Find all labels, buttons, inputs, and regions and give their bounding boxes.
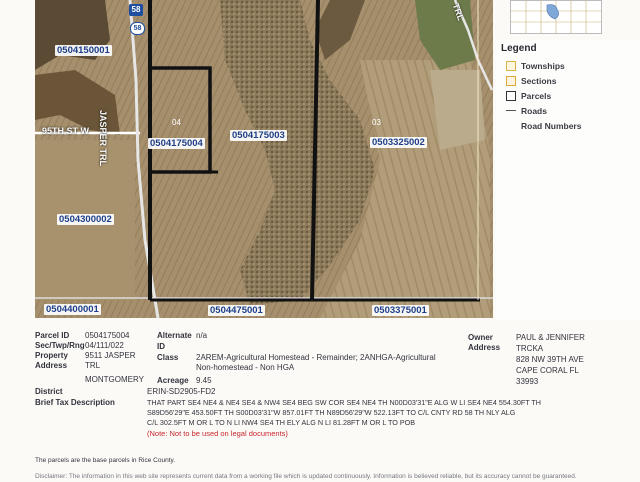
class-value-line2: Non-homestead - Non HGA xyxy=(196,363,295,372)
legal-note: (Note: Not to be used on legal documents… xyxy=(147,429,288,438)
legend-line-icon xyxy=(506,110,516,111)
acreage-value: 9.45 xyxy=(196,376,212,385)
field-label-district: District xyxy=(35,387,63,396)
section-label-04: 04 xyxy=(172,118,181,127)
legend-label: Road Numbers xyxy=(521,120,582,131)
road-label-95th-st: 95TH ST W xyxy=(42,126,90,136)
legend-label: Townships xyxy=(521,60,565,71)
parcel-label-selected[interactable]: 0504175004 xyxy=(148,138,205,149)
class-value-line1: 2AREM-Agricultural Homestead - Remainder… xyxy=(196,353,436,362)
legend-item-sections[interactable]: Sections xyxy=(506,73,640,88)
field-label-address: Address xyxy=(35,361,68,370)
disclaimer-text: Disclaimer: The information in this web … xyxy=(35,473,577,480)
parcel-label[interactable]: 0504300002 xyxy=(57,214,114,225)
brief-tax-description-line1: THAT PART SE4 NE4 & NE4 SE4 & NW4 SE4 BE… xyxy=(147,398,541,407)
parcel-info-panel: Parcel ID 0504175004 Sec/Twp/Rng 04/111/… xyxy=(0,325,640,480)
field-label-owner-address: Address xyxy=(468,343,501,352)
field-label-acreage: Acreage xyxy=(157,376,189,385)
field-label-alternate-id: ID xyxy=(157,342,165,351)
map-legend: Legend Townships Sections Parcels Roads … xyxy=(496,40,640,320)
owner-line3: 828 NW 39TH AVE xyxy=(516,355,584,364)
legend-swatch xyxy=(506,90,516,101)
owner-line1: PAUL & JENNIFER xyxy=(516,333,585,342)
property-address-line1: 9511 JASPER xyxy=(85,351,136,360)
locator-grid xyxy=(511,1,601,33)
parcel-label[interactable]: 0504475001 xyxy=(208,305,265,316)
legend-label: Sections xyxy=(521,75,557,86)
legend-title: Legend xyxy=(501,43,537,54)
sec-twp-rng-value: 04/111/022 xyxy=(85,341,124,350)
property-address-line2: TRL xyxy=(85,361,101,370)
section-label-03: 03 xyxy=(372,118,381,127)
road-label-jasper-trl: JASPER TRL xyxy=(98,110,108,167)
parcel-label[interactable]: 0504400001 xyxy=(44,304,101,315)
field-label-property: Property xyxy=(35,351,68,360)
brief-tax-description-line2: S89D56'29"E 453.50FT TH S00D03'31"W 857.… xyxy=(147,408,516,417)
locator-map xyxy=(510,0,602,34)
road-number-badge: 58 xyxy=(130,22,145,35)
parcel-id-value: 0504175004 xyxy=(85,331,130,340)
owner-line4: CAPE CORAL FL xyxy=(516,366,579,375)
parcel-label[interactable]: 0504150001 xyxy=(55,45,112,56)
legend-item-roads[interactable]: Roads xyxy=(506,103,640,118)
parcel-label[interactable]: 0503325002 xyxy=(370,137,427,148)
legend-label: Roads xyxy=(521,105,547,116)
property-address-line3: MONTGOMERY xyxy=(85,375,144,384)
field-label-alternate: Alternate xyxy=(157,331,192,340)
road-number-badge: 58 xyxy=(129,4,143,16)
owner-line5: 33993 xyxy=(516,377,539,386)
legend-swatch xyxy=(506,60,516,71)
footer-note: The parcels are the base parcels in Rice… xyxy=(35,457,176,464)
brief-tax-description-line3: C/L 302.5FT M OR L TO N LI NW4 SE4 TH EL… xyxy=(147,418,416,427)
legend-item-townships[interactable]: Townships xyxy=(506,58,640,73)
legend-swatch xyxy=(506,75,516,86)
legend-item-road-numbers[interactable]: Road Numbers xyxy=(506,118,640,133)
owner-line2: TRCKA xyxy=(516,344,544,353)
legend-label: Parcels xyxy=(521,90,552,101)
field-label-parcel-id: Parcel ID xyxy=(35,331,70,340)
parcel-label[interactable]: 0504175003 xyxy=(230,130,287,141)
parcel-label[interactable]: 0503375001 xyxy=(372,305,429,316)
district-value: ERIN-SD2905-FD2 xyxy=(147,387,216,396)
legend-item-parcels[interactable]: Parcels xyxy=(506,88,640,103)
alternate-value: n/a xyxy=(196,331,208,340)
field-label-sec-twp-rng: Sec/Twp/Rng xyxy=(35,341,85,350)
field-label-class: Class xyxy=(157,353,179,362)
field-label-owner: Owner xyxy=(468,333,493,342)
field-label-brief-tax-description: Brief Tax Description xyxy=(35,398,115,407)
